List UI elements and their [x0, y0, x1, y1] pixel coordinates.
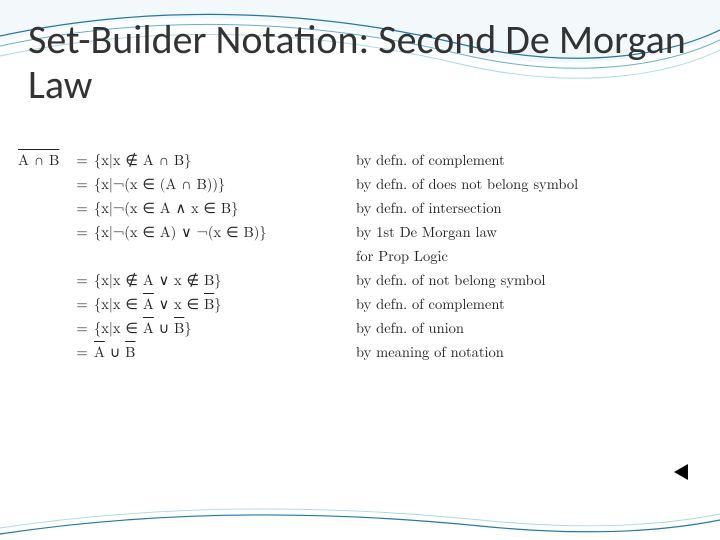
- equation-reason: by defn. of intersection: [356, 196, 584, 220]
- equals-sign: =: [76, 148, 94, 172]
- footer-wave-decoration: [0, 504, 720, 540]
- back-icon[interactable]: [674, 464, 688, 480]
- equation-reason: by meaning of notation: [356, 340, 584, 364]
- equation-reason: by defn. of complement: [356, 292, 584, 316]
- equation-lhs: [18, 172, 76, 196]
- equals-sign: =: [76, 220, 94, 244]
- equals-sign: =: [76, 268, 94, 292]
- equation-lhs: [18, 244, 76, 268]
- equation-lhs: [18, 292, 76, 316]
- equation-row: =A ∪ Bby meaning of notation: [18, 340, 584, 364]
- equation-row: for Prop Logic: [18, 244, 584, 268]
- equation-rhs: {x|x ∈ A ∪ B}: [94, 316, 356, 340]
- equals-sign: [76, 244, 94, 268]
- equation-lhs: [18, 220, 76, 244]
- equation-reason: by 1st De Morgan law: [356, 220, 584, 244]
- equation-rhs: A ∪ B: [94, 340, 356, 364]
- equation-reason: for Prop Logic: [356, 244, 584, 268]
- equation-row: ={x|¬(x ∈ A) ∨ ¬(x ∈ B)}by 1st De Morgan…: [18, 220, 584, 244]
- proof-content: A ∩ B={x|x ∉ A ∩ B}by defn. of complemen…: [18, 148, 702, 364]
- equation-row: ={x|x ∈ A ∪ B}by defn. of union: [18, 316, 584, 340]
- slide-title: Set-Builder Notation: Second De Morgan L…: [28, 18, 692, 108]
- equals-sign: =: [76, 196, 94, 220]
- equals-sign: =: [76, 292, 94, 316]
- equation-rhs: {x|¬(x ∈ (A ∩ B))}: [94, 172, 356, 196]
- equation-rhs: {x|x ∉ A ∨ x ∉ B}: [94, 268, 356, 292]
- equation-lhs: [18, 196, 76, 220]
- equation-lhs: [18, 268, 76, 292]
- equation-reason: by defn. of complement: [356, 148, 584, 172]
- equation-rhs: [94, 244, 356, 268]
- equation-rhs: {x|x ∈ A ∨ x ∈ B}: [94, 292, 356, 316]
- equation-rhs: {x|¬(x ∈ A ∧ x ∈ B}: [94, 196, 356, 220]
- equation-lhs: A ∩ B: [18, 148, 76, 172]
- equation-rhs: {x|x ∉ A ∩ B}: [94, 148, 356, 172]
- equals-sign: =: [76, 316, 94, 340]
- equation-reason: by defn. of union: [356, 316, 584, 340]
- equation-row: A ∩ B={x|x ∉ A ∩ B}by defn. of complemen…: [18, 148, 584, 172]
- equation-row: ={x|x ∉ A ∨ x ∉ B}by defn. of not belong…: [18, 268, 584, 292]
- equation-row: ={x|¬(x ∈ A ∧ x ∈ B}by defn. of intersec…: [18, 196, 584, 220]
- equals-sign: =: [76, 172, 94, 196]
- equation-row: ={x|¬(x ∈ (A ∩ B))}by defn. of does not …: [18, 172, 584, 196]
- equals-sign: =: [76, 340, 94, 364]
- equation-lhs: [18, 340, 76, 364]
- equation-reason: by defn. of not belong symbol: [356, 268, 584, 292]
- equation-rhs: {x|¬(x ∈ A) ∨ ¬(x ∈ B)}: [94, 220, 356, 244]
- equation-row: ={x|x ∈ A ∨ x ∈ B}by defn. of complement: [18, 292, 584, 316]
- equation-lhs: [18, 316, 76, 340]
- equation-table: A ∩ B={x|x ∉ A ∩ B}by defn. of complemen…: [18, 148, 584, 364]
- equation-reason: by defn. of does not belong symbol: [356, 172, 584, 196]
